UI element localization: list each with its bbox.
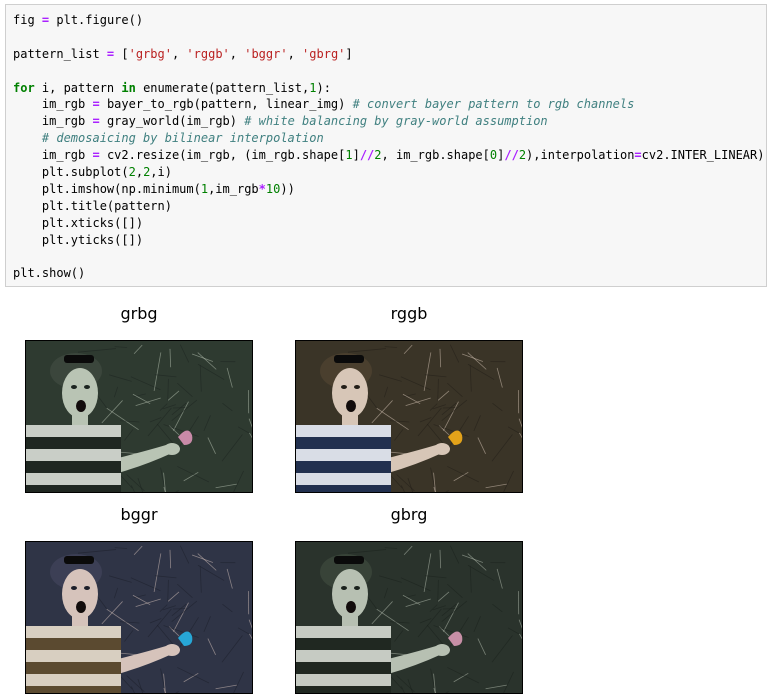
code-token: 1 <box>345 148 353 163</box>
code-line: plt.yticks([]) <box>13 232 764 249</box>
code-line: plt.show() <box>13 265 764 282</box>
code-token: // <box>359 148 375 163</box>
code-token: [ <box>114 46 129 61</box>
code-token: ,im_rgb <box>208 181 259 196</box>
code-token: bayer_to_rgb(pattern, linear_img) <box>99 97 353 112</box>
subplot-title: rggb <box>390 304 428 323</box>
code-line: im_rgb = gray_world(im_rgb) # white bala… <box>13 113 764 130</box>
subplot-title: gbrg <box>390 505 428 524</box>
code-token: # white balancing by gray-world assumpti… <box>244 114 548 129</box>
code-line: # demosaicing by bilinear interpolation <box>13 130 764 147</box>
code-line: pattern_list = ['grbg', 'rggb', 'bggr', … <box>13 46 764 63</box>
code-token: plt.imshow(np.minimum( <box>13 181 201 196</box>
code-line: im_rgb = bayer_to_rgb(pattern, linear_im… <box>13 96 764 113</box>
code-token: im_rgb <box>13 114 93 129</box>
code-token: i, pattern <box>34 80 122 95</box>
code-token: pattern_list <box>13 46 107 61</box>
code-line: plt.imshow(np.minimum(1,im_rgb*10)) <box>13 181 764 198</box>
code-token: )) <box>280 181 295 196</box>
code-token: , <box>287 46 303 61</box>
subplot-image <box>25 541 253 694</box>
code-token: cv2.resize(im_rgb, (im_rgb.shape[ <box>99 148 346 163</box>
code-line: plt.subplot(2,2,i) <box>13 164 764 181</box>
code-token: gray_world(im_rgb) <box>99 114 245 129</box>
code-token: # demosaicing by bilinear interpolation <box>41 131 324 146</box>
code-token: ),interpolation <box>526 148 635 163</box>
subplot-title: bggr <box>120 505 158 524</box>
code-editor[interactable]: fig = plt.figure() pattern_list = ['grbg… <box>13 12 764 282</box>
code-token: plt.figure() <box>49 13 144 27</box>
code-token: 'grbg' <box>128 46 172 61</box>
code-token: * <box>258 181 266 196</box>
code-token: enumerate(pattern_list, <box>135 80 310 95</box>
code-token: im_rgb <box>13 148 93 163</box>
code-token: ] <box>352 148 360 163</box>
code-token: fig <box>13 13 42 27</box>
code-token: 2 <box>128 165 136 180</box>
code-token: 2 <box>518 148 527 163</box>
subplot-image <box>25 340 253 493</box>
subplot-title: grbg <box>120 304 158 323</box>
photo-image <box>296 542 522 693</box>
code-token: in <box>121 80 136 95</box>
code-token: plt.yticks([]) <box>13 232 144 247</box>
code-token: im_rgb <box>13 97 93 112</box>
code-token: ] <box>345 46 353 61</box>
output-figure: grbg rggb bggr gbrg <box>0 290 770 698</box>
subplot-image <box>295 340 523 493</box>
code-token: 'rggb' <box>186 46 230 61</box>
code-token: = <box>92 97 100 112</box>
photo-image <box>26 542 252 693</box>
code-token: = <box>634 148 642 163</box>
code-token: , <box>135 165 144 180</box>
code-token: 1 <box>200 181 209 196</box>
code-token: 2 <box>374 148 382 163</box>
code-line: im_rgb = cv2.resize(im_rgb, (im_rgb.shap… <box>13 147 765 164</box>
code-token: = <box>92 148 100 163</box>
photo-image <box>296 341 522 492</box>
photo-image <box>26 341 252 492</box>
code-token: cv2.INTER_LINEAR) <box>641 148 765 163</box>
code-token: 10 <box>265 181 281 196</box>
code-token: 'gbrg' <box>302 46 346 61</box>
code-line: for i, pattern in enumerate(pattern_list… <box>13 80 764 97</box>
code-token: , <box>171 46 187 61</box>
code-token: , im_rgb.shape[ <box>381 148 490 163</box>
code-token: , <box>229 46 245 61</box>
subplot-image <box>295 541 523 694</box>
code-line: plt.xticks([]) <box>13 215 764 232</box>
code-token: plt.xticks([]) <box>13 215 144 230</box>
code-token: // <box>504 148 519 163</box>
code-token: ): <box>316 80 331 95</box>
code-token: plt.title(pattern) <box>13 198 172 213</box>
code-token: ,i) <box>150 165 172 180</box>
code-token: 'bggr' <box>244 46 288 61</box>
code-line: plt.title(pattern) <box>13 198 764 215</box>
code-token: for <box>13 80 35 95</box>
code-cell[interactable]: fig = plt.figure() pattern_list = ['grbg… <box>5 4 767 287</box>
code-line: fig = plt.figure() <box>13 12 764 29</box>
code-token: # convert bayer pattern to rgb channels <box>352 97 635 112</box>
code-token: = <box>92 114 100 129</box>
code-token: plt.show() <box>13 266 86 281</box>
code-token: plt.subplot( <box>13 165 129 180</box>
